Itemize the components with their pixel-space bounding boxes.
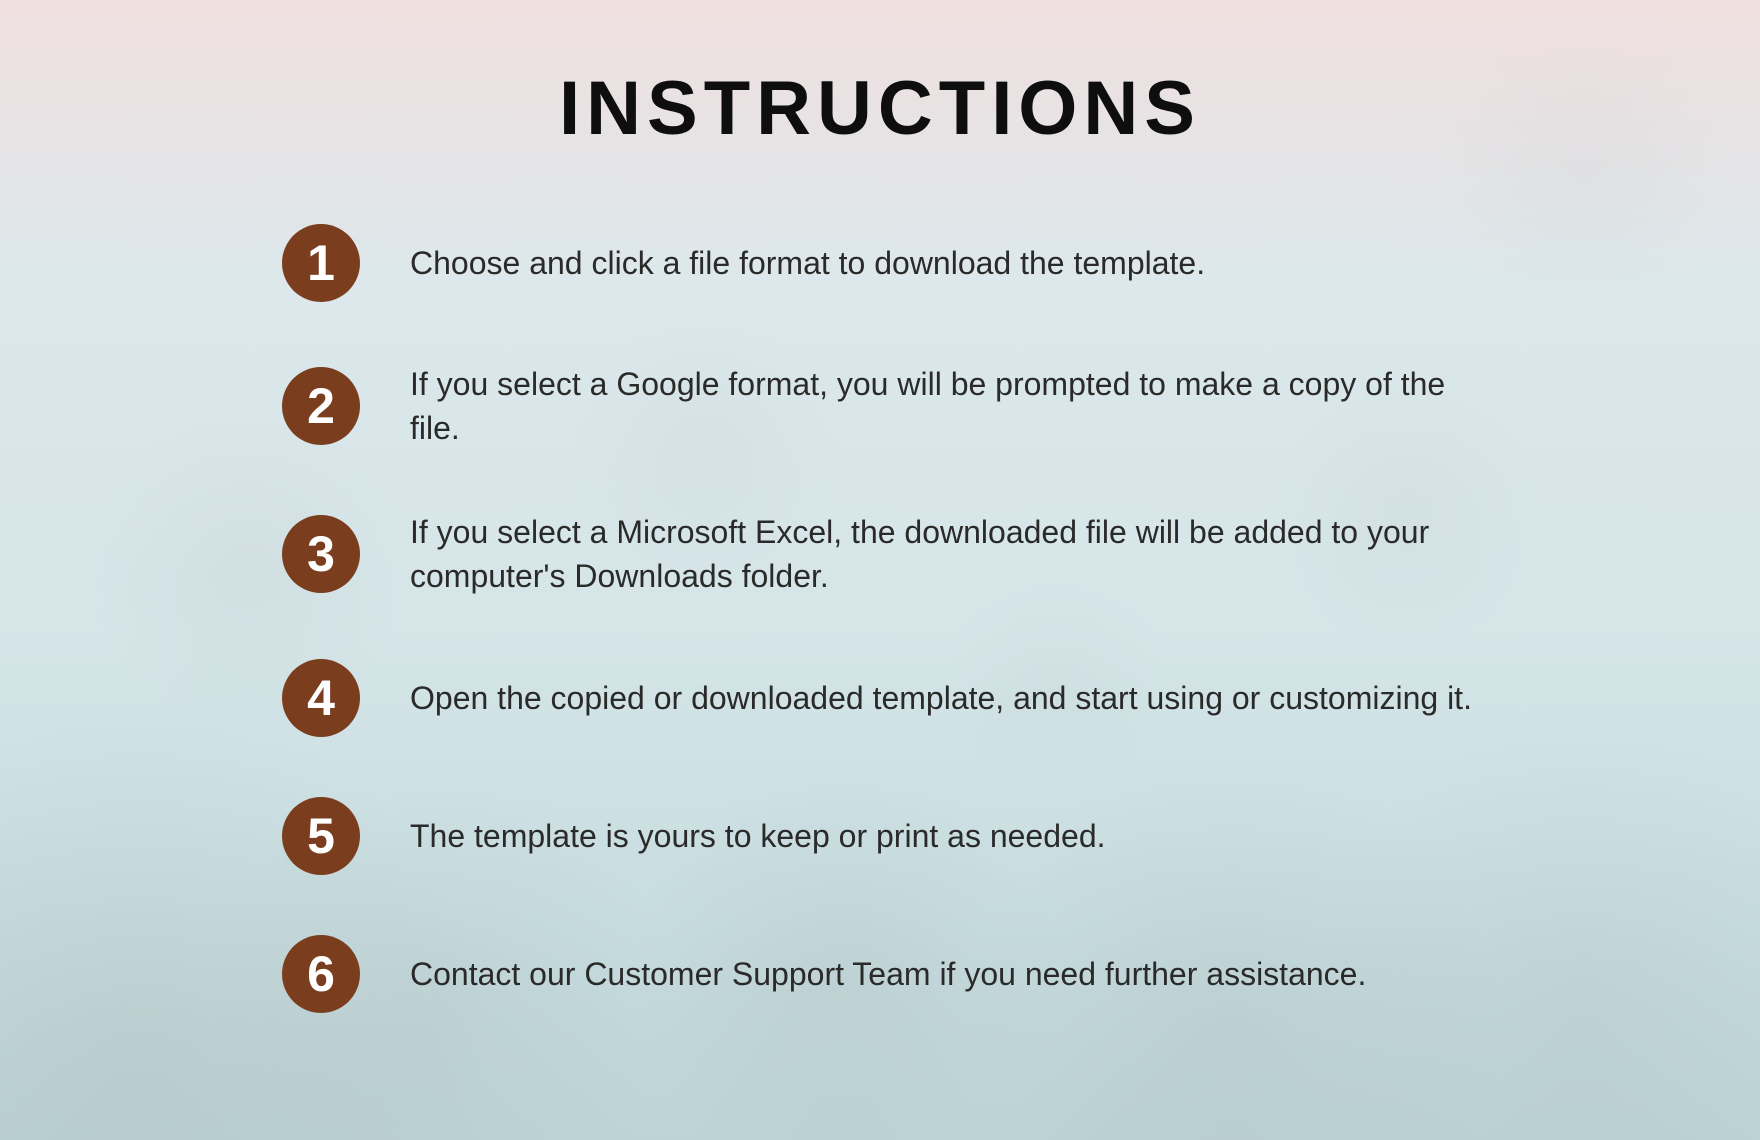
step-text: If you select a Google format, you will …: [410, 362, 1490, 450]
step-text: Choose and click a file format to downlo…: [410, 241, 1205, 285]
step-item: 5 The template is yours to keep or print…: [282, 797, 1760, 875]
step-text: Open the copied or downloaded template, …: [410, 676, 1472, 720]
step-item: 2 If you select a Google format, you wil…: [282, 362, 1760, 450]
step-item: 1 Choose and click a file format to down…: [282, 224, 1760, 302]
step-item: 4 Open the copied or downloaded template…: [282, 659, 1760, 737]
step-number-badge: 4: [282, 659, 360, 737]
step-number-badge: 6: [282, 935, 360, 1013]
step-text: Contact our Customer Support Team if you…: [410, 952, 1366, 996]
step-item: 6 Contact our Customer Support Team if y…: [282, 935, 1760, 1013]
step-text: The template is yours to keep or print a…: [410, 814, 1106, 858]
step-number-badge: 5: [282, 797, 360, 875]
page-title: INSTRUCTIONS: [0, 65, 1760, 152]
step-text: If you select a Microsoft Excel, the dow…: [410, 510, 1490, 598]
step-item: 3 If you select a Microsoft Excel, the d…: [282, 510, 1760, 598]
instructions-panel: INSTRUCTIONS 1 Choose and click a file f…: [0, 0, 1760, 1013]
step-number-badge: 3: [282, 515, 360, 593]
step-number-badge: 1: [282, 224, 360, 302]
step-number-badge: 2: [282, 367, 360, 445]
steps-list: 1 Choose and click a file format to down…: [0, 224, 1760, 1013]
